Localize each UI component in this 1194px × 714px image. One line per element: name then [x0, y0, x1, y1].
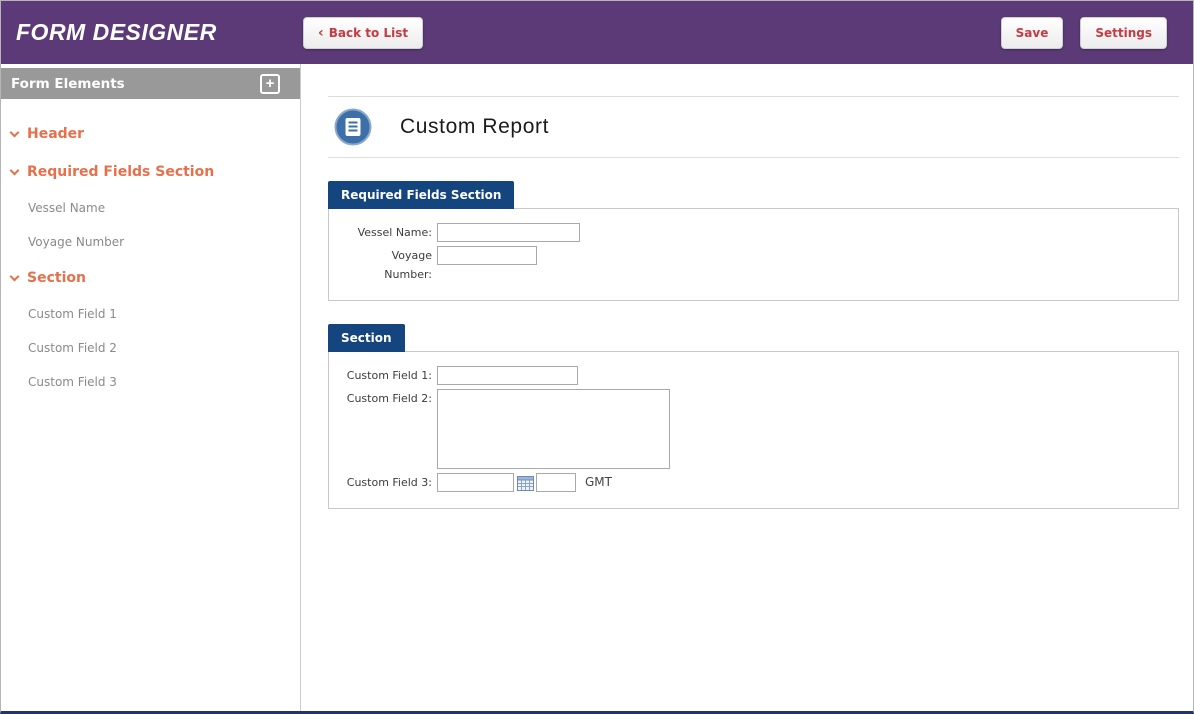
section-tab-custom[interactable]: Section [328, 324, 405, 352]
voyage-number-input[interactable] [437, 246, 537, 265]
back-to-list-button[interactable]: ‹ Back to List [303, 17, 423, 49]
tree-item-label: Section [27, 270, 86, 286]
voyage-number-label: Voyage Number: [341, 246, 437, 284]
plus-icon: + [266, 76, 275, 91]
sidebar-title: Form Elements [11, 76, 125, 92]
sidebar-item-custom-field-1[interactable]: Custom Field 1 [1, 297, 300, 331]
custom-field-3-label: Custom Field 3: [341, 473, 437, 492]
form-preview: Custom Report Required Fields Section Ve… [301, 64, 1193, 711]
chevron-down-icon [10, 271, 20, 281]
field-row-vessel-name: Vessel Name: [341, 223, 1166, 242]
sidebar-item-custom-field-2[interactable]: Custom Field 2 [1, 331, 300, 365]
field-row-voyage-number: Voyage Number: [341, 246, 1166, 284]
vessel-name-label: Vessel Name: [341, 223, 437, 242]
custom-field-2-label: Custom Field 2: [341, 389, 437, 408]
field-row-custom-field-1: Custom Field 1: [341, 366, 1166, 385]
sidebar-item-header[interactable]: Header [1, 115, 300, 153]
tree-item-label: Custom Field 3 [28, 375, 117, 389]
chevron-down-icon [10, 165, 20, 175]
timezone-label: GMT [585, 473, 612, 492]
app-title: FORM DESIGNER [1, 19, 301, 46]
section-panel-required-fields: Vessel Name: Voyage Number: [328, 208, 1179, 301]
add-element-button[interactable]: + [260, 74, 280, 94]
back-to-list-label: Back to List [329, 26, 408, 40]
sidebar: Form Elements + Header Required Fields S… [1, 64, 301, 711]
settings-button[interactable]: Settings [1080, 17, 1167, 49]
sidebar-item-required-fields-section[interactable]: Required Fields Section [1, 153, 300, 191]
content-area: Form Elements + Header Required Fields S… [1, 64, 1193, 711]
sidebar-item-custom-field-3[interactable]: Custom Field 3 [1, 365, 300, 399]
back-arrow-icon: ‹ [318, 26, 324, 40]
custom-field-1-input[interactable] [437, 366, 578, 385]
save-button[interactable]: Save [1001, 17, 1064, 49]
tree-item-label: Custom Field 2 [28, 341, 117, 355]
custom-field-1-label: Custom Field 1: [341, 366, 437, 385]
tree-item-label: Required Fields Section [27, 164, 214, 180]
sidebar-header: Form Elements + [1, 68, 300, 99]
field-row-custom-field-2: Custom Field 2: [341, 389, 1166, 469]
report-icon [334, 108, 372, 146]
vessel-name-input[interactable] [437, 223, 580, 242]
tree-item-label: Custom Field 1 [28, 307, 117, 321]
sidebar-item-vessel-name[interactable]: Vessel Name [1, 191, 300, 225]
custom-field-3-date-input[interactable] [437, 473, 514, 492]
topbar: FORM DESIGNER ‹ Back to List Save Settin… [1, 1, 1193, 64]
report-title: Custom Report [400, 115, 549, 139]
topbar-actions: Save Settings [1001, 17, 1193, 49]
tree-item-label: Voyage Number [28, 235, 124, 249]
form-designer-app: FORM DESIGNER ‹ Back to List Save Settin… [0, 0, 1194, 714]
tree-item-label: Vessel Name [28, 201, 105, 215]
section-custom: Section Custom Field 1: Custom Field 2: … [328, 324, 1179, 509]
sidebar-item-voyage-number[interactable]: Voyage Number [1, 225, 300, 259]
chevron-down-icon [10, 127, 20, 137]
custom-field-2-textarea[interactable] [437, 389, 670, 469]
calendar-icon[interactable] [517, 475, 534, 491]
section-panel-custom: Custom Field 1: Custom Field 2: Custom F… [328, 351, 1179, 509]
form-elements-tree: Header Required Fields Section Vessel Na… [1, 99, 300, 399]
section-required-fields: Required Fields Section Vessel Name: Voy… [328, 181, 1179, 301]
field-row-custom-field-3: Custom Field 3: [341, 473, 1166, 492]
sidebar-item-section[interactable]: Section [1, 259, 300, 297]
report-header: Custom Report [328, 96, 1179, 158]
custom-field-3-time-input[interactable] [536, 473, 576, 492]
section-tab-required-fields[interactable]: Required Fields Section [328, 181, 514, 209]
tree-item-label: Header [27, 126, 84, 142]
